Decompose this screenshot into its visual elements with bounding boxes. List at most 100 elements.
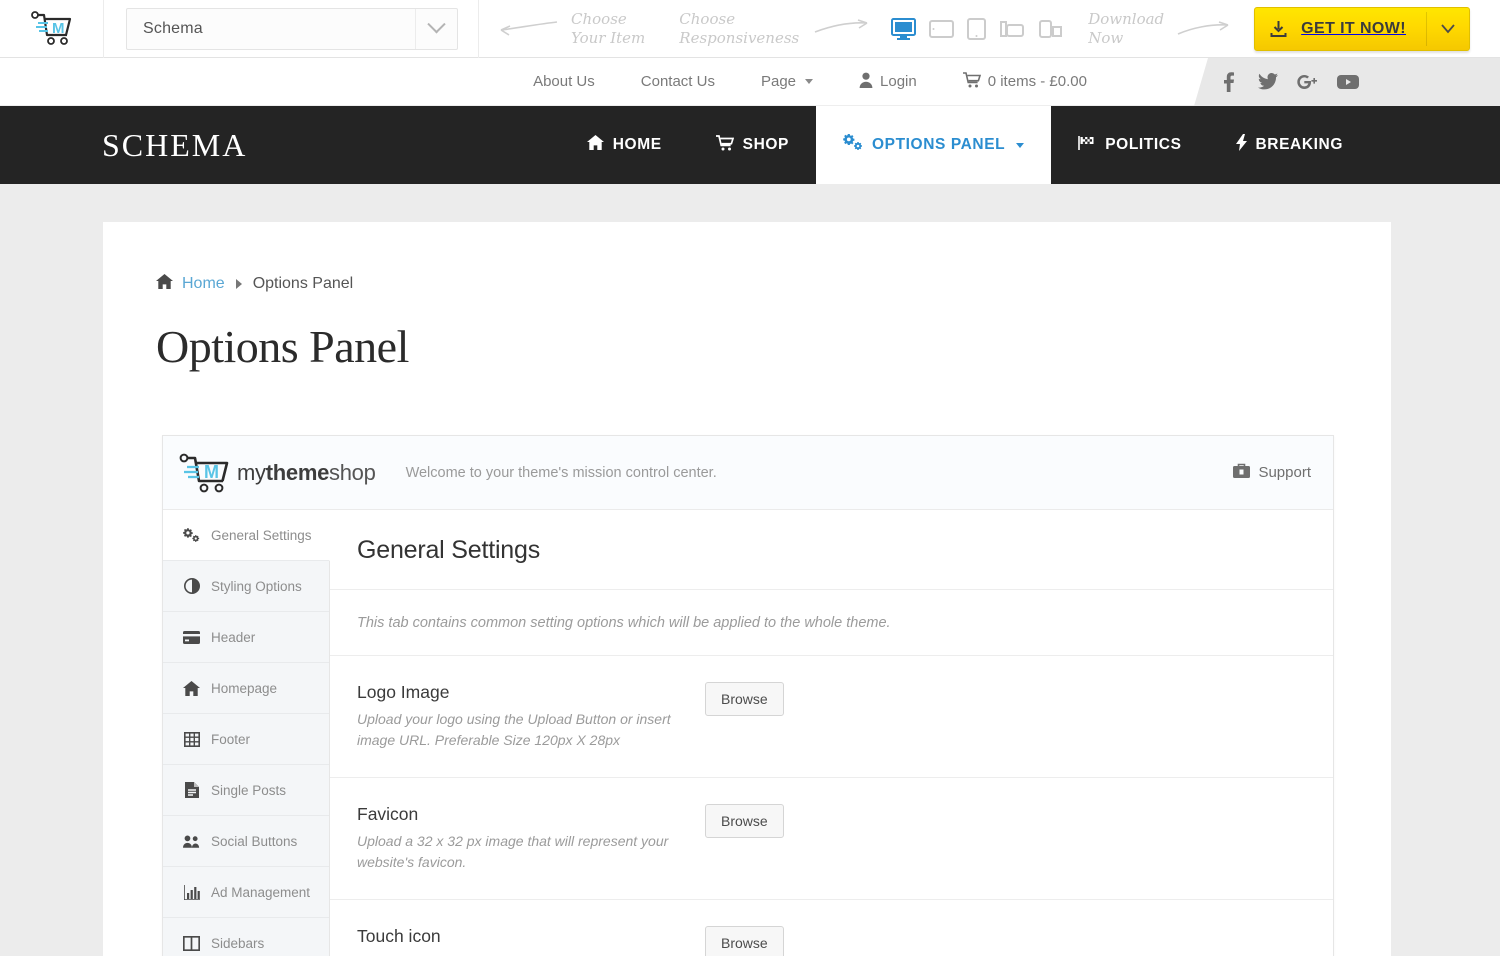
topnav-item-contact-us[interactable]: Contact Us bbox=[618, 73, 738, 90]
credit-card-icon bbox=[183, 631, 200, 644]
options-panel-body: General Settings Styling Options Header bbox=[163, 510, 1333, 956]
mobile-portrait-icon[interactable] bbox=[1038, 19, 1064, 39]
users-icon bbox=[183, 834, 200, 849]
sidebar-item-single-posts[interactable]: Single Posts bbox=[163, 765, 329, 816]
main-nav-items: HOME SHOP OPTIONS PANEL bbox=[560, 106, 1500, 184]
nav-item-home[interactable]: HOME bbox=[560, 106, 689, 184]
arrow-left-icon bbox=[497, 18, 559, 40]
mobile-landscape-icon[interactable] bbox=[999, 19, 1025, 39]
support-label: Support bbox=[1258, 464, 1311, 481]
sidebar-item-label: General Settings bbox=[211, 528, 312, 543]
sidebar-item-styling-options[interactable]: Styling Options bbox=[163, 561, 329, 612]
mythemeshop-cart-logo-svg: M bbox=[177, 452, 233, 494]
nav-item-options-panel[interactable]: OPTIONS PANEL bbox=[816, 106, 1051, 184]
sidebar-item-label: Sidebars bbox=[211, 936, 264, 951]
welcome-message: Welcome to your theme's mission control … bbox=[406, 465, 717, 481]
desktop-icon[interactable] bbox=[891, 18, 916, 40]
home-icon bbox=[183, 681, 200, 696]
topnav-item-cart[interactable]: 0 items - £0.00 bbox=[940, 72, 1110, 92]
theme-select-wrapper: Schema bbox=[104, 0, 479, 58]
table-icon bbox=[183, 732, 200, 747]
chevron-down-icon bbox=[1016, 143, 1024, 148]
tablet-portrait-icon[interactable] bbox=[967, 18, 986, 40]
sidebar-item-label: Single Posts bbox=[211, 783, 286, 798]
theme-select-value: Schema bbox=[127, 20, 203, 38]
site-brand[interactable]: SCHEMA bbox=[0, 106, 247, 184]
bar-chart-icon bbox=[183, 885, 200, 900]
option-label: Touch icon Upload a 152 x 152 px image t… bbox=[357, 926, 700, 956]
sidebar-item-footer[interactable]: Footer bbox=[163, 714, 329, 765]
topnav-label: Login bbox=[880, 73, 917, 90]
chevron-down-icon-cta[interactable] bbox=[1427, 8, 1469, 50]
user-icon bbox=[859, 72, 873, 92]
google-plus-icon[interactable] bbox=[1288, 58, 1328, 106]
home-icon bbox=[156, 274, 173, 294]
device-preview-buttons bbox=[891, 18, 1064, 40]
youtube-icon[interactable] bbox=[1328, 58, 1368, 106]
topnav-item-about-us[interactable]: About Us bbox=[510, 73, 618, 90]
chevron-down-icon bbox=[805, 79, 813, 84]
download-cta-area: Download Now GET IT NOW! bbox=[1088, 7, 1500, 51]
columns-icon bbox=[183, 936, 200, 951]
sidebar-item-label: Homepage bbox=[211, 681, 277, 696]
gears-icon bbox=[843, 134, 863, 156]
options-panel-header: M mythemeshop Welcome to your theme's mi… bbox=[163, 436, 1333, 510]
sidebar-item-header[interactable]: Header bbox=[163, 612, 329, 663]
sidebar-item-sidebars[interactable]: Sidebars bbox=[163, 918, 329, 956]
nav-label: BREAKING bbox=[1256, 136, 1343, 154]
sidebar-item-label: Header bbox=[211, 630, 255, 645]
option-row-favicon: Favicon Upload a 32 x 32 px image that w… bbox=[330, 778, 1333, 900]
download-icon bbox=[1255, 8, 1301, 50]
option-label: Favicon Upload a 32 x 32 px image that w… bbox=[357, 804, 700, 873]
topnav-label: Contact Us bbox=[641, 73, 715, 90]
svg-text:M: M bbox=[204, 462, 219, 482]
sidebar-item-homepage[interactable]: Homepage bbox=[163, 663, 329, 714]
sidebar-item-label: Ad Management bbox=[211, 885, 310, 900]
topnav-item-page[interactable]: Page bbox=[738, 73, 836, 90]
mythemeshop-cart-logo-svg: M bbox=[30, 11, 74, 47]
nav-label: HOME bbox=[613, 136, 662, 154]
adjust-icon bbox=[183, 578, 200, 594]
nav-item-shop[interactable]: SHOP bbox=[689, 106, 816, 184]
arrow-right-icon-2 bbox=[1176, 18, 1232, 40]
twitter-icon[interactable] bbox=[1248, 58, 1288, 106]
get-it-now-label: GET IT NOW! bbox=[1301, 8, 1426, 50]
sidebar-item-label: Social Buttons bbox=[211, 834, 297, 849]
sidebar-item-ad-management[interactable]: Ad Management bbox=[163, 867, 329, 918]
options-panel-sidebar: General Settings Styling Options Header bbox=[163, 510, 330, 956]
mythemeshop-cart-logo[interactable]: M bbox=[0, 0, 104, 58]
page-card: Home Options Panel Options Panel M bbox=[103, 222, 1391, 956]
nav-item-politics[interactable]: POLITICS bbox=[1051, 106, 1208, 184]
option-title: Touch icon bbox=[357, 926, 700, 947]
theme-select[interactable]: Schema bbox=[126, 8, 458, 50]
cart-icon bbox=[716, 135, 734, 156]
topnav-label: About Us bbox=[533, 73, 595, 90]
settings-section-title: General Settings bbox=[330, 510, 1333, 590]
topnav-label: Page bbox=[761, 73, 796, 90]
logo-text-shop: shop bbox=[329, 460, 376, 485]
sidebar-item-general-settings[interactable]: General Settings bbox=[163, 510, 330, 561]
briefcase-icon bbox=[1233, 463, 1250, 482]
option-description: Upload a 32 x 32 px image that will repr… bbox=[357, 831, 700, 873]
tablet-landscape-icon[interactable] bbox=[929, 19, 954, 39]
mythemeshop-wordmark: mythemeshop bbox=[237, 460, 376, 486]
gears-icon bbox=[183, 528, 200, 543]
topnav-item-login[interactable]: Login bbox=[836, 72, 940, 92]
breadcrumb-home-link[interactable]: Home bbox=[182, 275, 225, 293]
nav-label: POLITICS bbox=[1105, 136, 1181, 154]
logo-text-my: my bbox=[237, 460, 266, 485]
sidebar-item-social-buttons[interactable]: Social Buttons bbox=[163, 816, 329, 867]
option-title: Favicon bbox=[357, 804, 700, 825]
option-description: Upload your logo using the Upload Button… bbox=[357, 709, 700, 751]
option-row-logo-image: Logo Image Upload your logo using the Up… bbox=[330, 656, 1333, 778]
browse-button[interactable]: Browse bbox=[705, 926, 784, 956]
settings-section-description: This tab contains common setting options… bbox=[330, 590, 1333, 656]
option-title: Logo Image bbox=[357, 682, 700, 703]
nav-item-breaking[interactable]: BREAKING bbox=[1209, 106, 1370, 184]
browse-button[interactable]: Browse bbox=[705, 682, 784, 716]
get-it-now-button[interactable]: GET IT NOW! bbox=[1254, 7, 1470, 51]
chevron-down-icon[interactable] bbox=[415, 9, 457, 49]
support-link[interactable]: Support bbox=[1233, 463, 1311, 482]
browse-button[interactable]: Browse bbox=[705, 804, 784, 838]
facebook-icon[interactable] bbox=[1208, 58, 1248, 106]
